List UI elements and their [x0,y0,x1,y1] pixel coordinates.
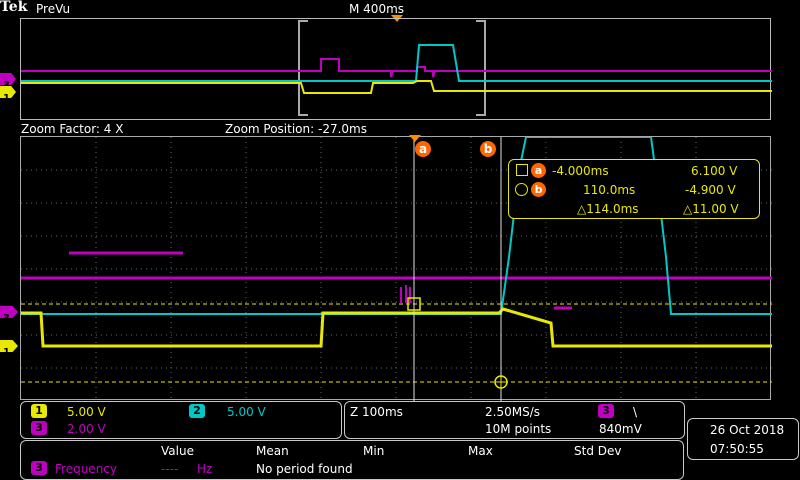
measurements-panel[interactable]: Value Mean Min Max Std Dev 3 Frequency -… [20,440,684,480]
meas-source-badge[interactable]: 3 [31,461,47,475]
time-display: 07:50:55 [710,442,764,456]
cursor-a-readout-letter: a [534,164,543,177]
zoom-ch3-trace [21,251,772,310]
cursor-delta-voltage: △11.00 V [683,202,739,216]
brand-logo: Tek [0,0,28,15]
zoom-timebase[interactable]: Z 100ms [350,405,403,419]
timebase-trigger-panel[interactable]: Z 100ms 2.50MS/s 10M points 3 \ 840mV [344,401,685,439]
record-length[interactable]: 10M points [485,422,551,436]
ch2-badge[interactable]: 2 [189,404,205,418]
trigger-slope-falling-icon[interactable]: \ [633,405,637,419]
ch3-badge[interactable]: 3 [31,421,47,435]
cursor-a-voltage: 6.100 V [691,164,738,178]
zoom-ch3-ref-marker[interactable]: 3 [0,306,18,318]
trigger-source-badge[interactable]: 3 [598,404,614,418]
meas-header-value: Value [161,444,194,458]
sample-rate: 2.50MS/s [485,405,540,419]
overview-ch3-trace [21,58,772,78]
cursor-a-square-icon [516,164,528,176]
ch1-scale[interactable]: 5.00 V [67,405,106,419]
cursor-b-time: 110.0ms [583,183,636,197]
cursor-a-badge-label: a [418,142,428,156]
meas-name[interactable]: Frequency [55,462,117,476]
overview-waveforms [21,20,772,116]
ch1-badge[interactable]: 1 [31,404,47,418]
zoom-ch1-ref-label: 1 [3,347,10,358]
overview-ch1-ref-marker[interactable]: 1 [0,86,16,98]
meas-unit: Hz [197,462,213,476]
ch2-scale[interactable]: 5.00 V [227,405,266,419]
meas-header-mean: Mean [256,444,289,458]
channel-settings-panel[interactable]: 1 5.00 V 2 5.00 V 3 2.00 V [20,401,342,439]
cursor-a-badge[interactable]: a [415,141,431,157]
cursor-delta-time: △114.0ms [577,202,639,216]
cursor-b-voltage: -4.900 V [685,183,736,197]
meas-header-stddev: Std Dev [574,444,622,458]
acquisition-status: PreVu [36,2,71,16]
meas-header-max: Max [468,444,493,458]
zoom-factor-readout: Zoom Factor: 4 X [21,122,124,136]
meas-header-min: Min [363,444,385,458]
cursor-b-readout-letter: b [534,183,543,196]
cursor-readout-panel: a -4.000ms 6.100 V b 110.0ms -4.900 V △1… [508,159,760,219]
overview-ch1-trace [21,80,772,94]
meas-status: No period found [256,462,353,476]
zoom-ch1-ref-marker[interactable]: 1 [0,340,18,352]
cursor-b-circle-icon [515,183,528,196]
horizontal-scale-readout: M 400ms [349,2,405,16]
date-display: 26 Oct 2018 [710,423,785,437]
ch3-scale[interactable]: 2.00 V [67,422,106,436]
zoom-position-readout: Zoom Position: -27.0ms [225,122,367,136]
zoom-ch3-ref-label: 3 [3,313,10,324]
overview-record-window[interactable] [20,18,772,120]
overview-ch3-ref-marker[interactable]: 3 [0,73,16,85]
overview-ch2-trace [21,44,772,82]
meas-value: ---- [161,462,179,476]
cursor-b-badge-label: b [483,142,493,156]
cursor-b-readout-badge: b [531,182,546,197]
cursor-a-time: -4.000ms [552,164,609,178]
cursor-b-badge[interactable]: b [480,141,496,157]
cursor-a-readout-badge: a [531,163,546,178]
overview-ch1-ref-label: 1 [3,93,10,104]
datetime-panel: 26 Oct 2018 07:50:55 [687,418,799,460]
trigger-level[interactable]: 840mV [599,422,642,436]
